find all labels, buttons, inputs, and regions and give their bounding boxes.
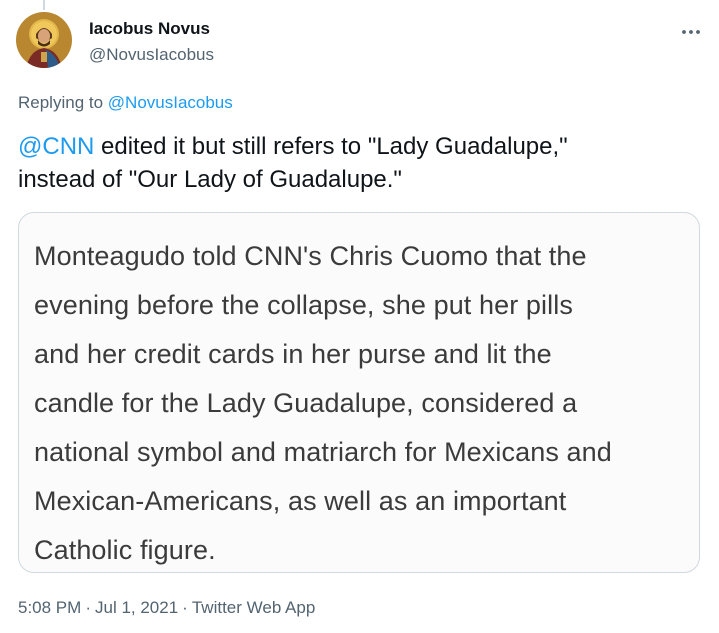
tweet-text-line-2: instead of "Our Lady of Guadalupe." <box>18 166 402 193</box>
saint-icon-avatar <box>16 12 72 68</box>
image-quoted-text: Monteagudo told CNN's Chris Cuomo that t… <box>34 241 612 565</box>
separator: · <box>182 598 188 617</box>
author-handle[interactable]: @NovusIacobus <box>89 44 214 66</box>
replying-to-label: Replying to <box>18 93 108 112</box>
more-options-button[interactable] <box>676 24 706 40</box>
thread-connector-line <box>43 0 45 10</box>
cnn-mention-link[interactable]: @CNN <box>18 133 94 160</box>
tweet-image[interactable]: Monteagudo told CNN's Chris Cuomo that t… <box>18 212 700 573</box>
tweet-metadata: 5:08 PM · Jul 1, 2021 · Twitter Web App <box>18 597 315 619</box>
tweet-date[interactable]: Jul 1, 2021 <box>95 598 178 617</box>
replying-to: Replying to @NovusIacobus <box>18 92 233 114</box>
replying-to-mention-link[interactable]: @NovusIacobus <box>108 93 233 112</box>
more-horizontal-icon <box>682 30 700 34</box>
tweet-text: @CNN edited it but still refers to "Lady… <box>18 130 698 196</box>
avatar[interactable] <box>16 12 72 68</box>
tweet-source[interactable]: Twitter Web App <box>192 598 315 617</box>
tweet-time[interactable]: 5:08 PM <box>18 598 81 617</box>
separator: · <box>85 598 91 617</box>
author-name[interactable]: Iacobus Novus <box>89 18 210 40</box>
tweet-text-line-1-body: edited it but still refers to "Lady Guad… <box>94 133 568 160</box>
tweet-text-line-1: @CNN edited it but still refers to "Lady… <box>18 130 698 163</box>
